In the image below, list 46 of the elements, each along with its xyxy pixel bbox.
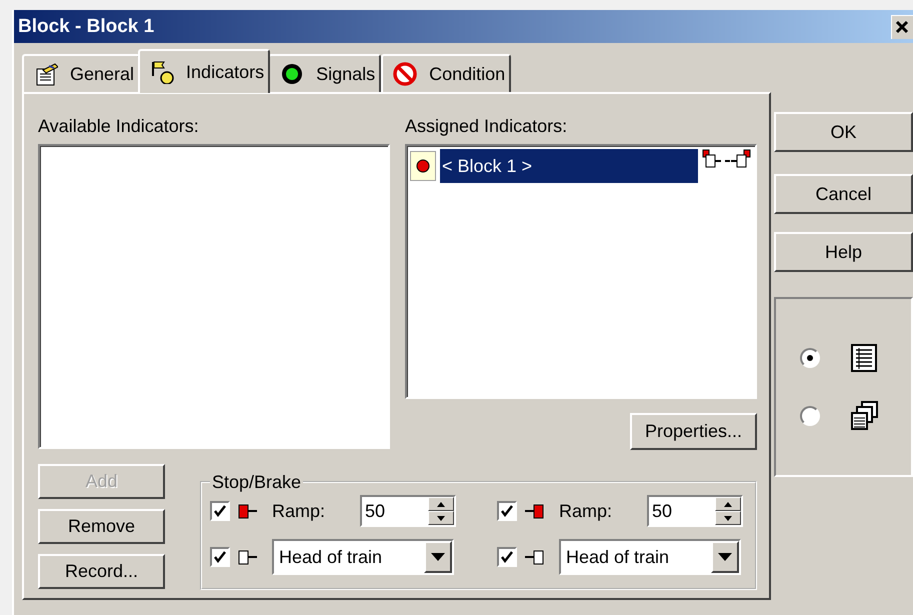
up-arrow-icon <box>437 502 445 506</box>
radio-button[interactable] <box>800 406 820 426</box>
stacked-windows-icon <box>850 401 878 431</box>
ramp-label: Ramp: <box>272 500 326 522</box>
checkbox[interactable] <box>210 547 230 567</box>
dropdown[interactable]: Head of train <box>272 539 454 575</box>
properties-button[interactable]: Properties... <box>630 413 757 450</box>
tab[interactable]: General <box>22 54 140 92</box>
close-button[interactable] <box>891 14 913 38</box>
up-arrow-icon <box>724 502 732 506</box>
prohibited-icon <box>393 62 418 86</box>
list-view-icon <box>850 343 878 373</box>
down-arrow-icon <box>437 516 445 520</box>
checkbox[interactable] <box>497 501 517 521</box>
dialog-button[interactable]: Help <box>774 232 913 272</box>
spin-down-button[interactable] <box>428 511 454 525</box>
ramp-spinbox[interactable]: 50 <box>360 495 456 527</box>
ramp-label: Ramp: <box>559 500 614 522</box>
ramp-spinbox[interactable]: 50 <box>647 495 743 527</box>
spin-up-button[interactable] <box>428 497 454 511</box>
assigned-list[interactable]: < Block 1 > <box>405 144 757 399</box>
spin-up-button[interactable] <box>715 497 741 511</box>
dialog-button[interactable]: OK <box>774 112 913 152</box>
group-title: Stop/Brake <box>211 472 302 492</box>
list-button[interactable]: Remove <box>38 509 165 544</box>
close-icon <box>895 20 909 34</box>
signal-light-icon <box>280 62 304 86</box>
list-item[interactable]: < Block 1 > <box>440 149 698 183</box>
checkbox[interactable] <box>497 547 517 567</box>
window-title: Block - Block 1 <box>18 16 154 38</box>
spin-down-button[interactable] <box>715 511 741 525</box>
document-icon <box>34 62 58 86</box>
list-label: Assigned Indicators: <box>405 115 568 138</box>
tab[interactable]: Condition <box>381 54 512 92</box>
tab[interactable]: Signals <box>268 54 382 92</box>
caret-icon <box>431 553 445 561</box>
dropdown[interactable]: Head of train <box>559 539 741 575</box>
checkbox[interactable] <box>210 501 230 521</box>
list-label: Available Indicators: <box>38 115 200 138</box>
dialog-button[interactable]: Cancel <box>774 174 913 214</box>
list-button[interactable]: Record... <box>38 554 165 589</box>
flag-icon <box>150 60 174 84</box>
down-arrow-icon <box>724 516 732 520</box>
tab[interactable]: Indicators <box>138 49 270 93</box>
caret-icon <box>718 553 732 561</box>
radio-button[interactable] <box>800 348 820 368</box>
